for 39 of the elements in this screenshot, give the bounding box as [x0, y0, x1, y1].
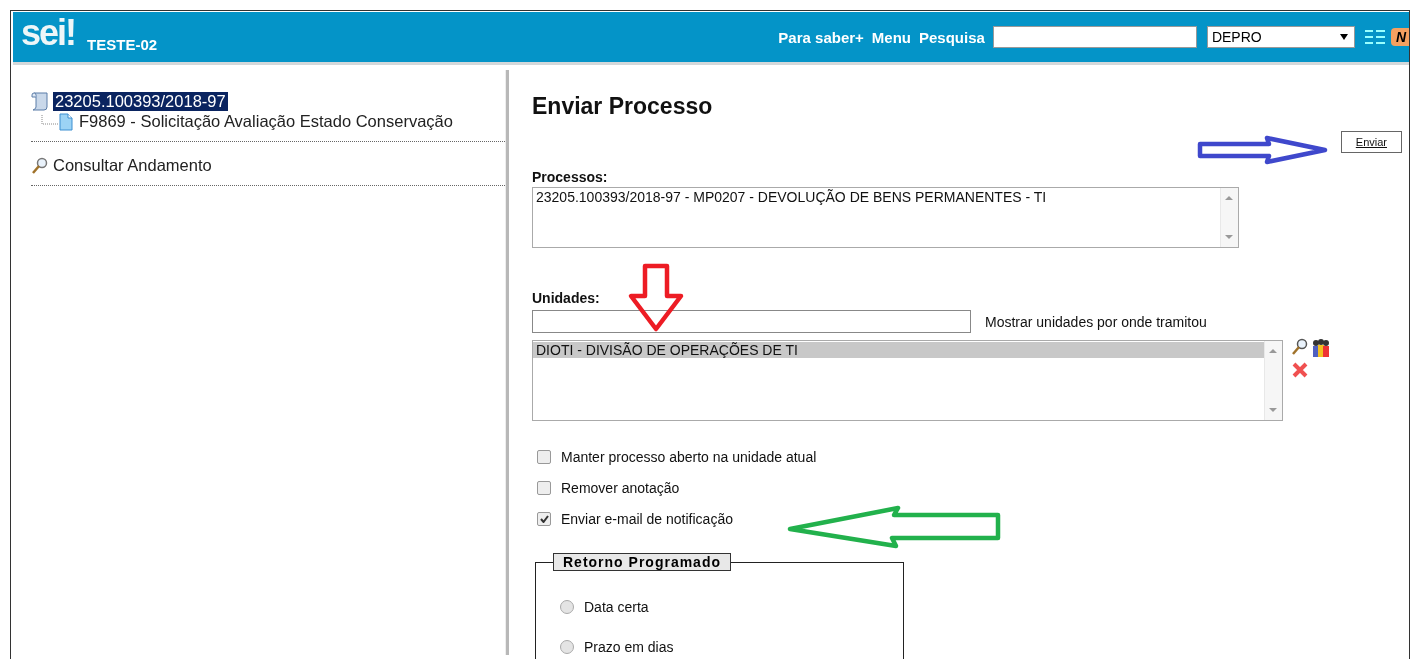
checkbox-label: Manter processo aberto na unidade atual [561, 448, 817, 465]
list-icon [1364, 28, 1385, 46]
caret-icon [1339, 34, 1348, 40]
fieldset-legend: Retorno Programado [553, 553, 731, 571]
scrollbar[interactable] [1264, 341, 1282, 420]
list-item[interactable]: DIOTI - DIVISÃO DE OPERAÇÕES DE TI [533, 342, 1264, 358]
checkbox-label: Enviar e-mail de notificação [561, 510, 733, 527]
checkbox[interactable] [537, 511, 551, 526]
unit-name: TESTE-02 [87, 35, 158, 53]
checkbox[interactable] [537, 480, 551, 495]
page-title: Enviar Processo [532, 93, 714, 120]
unit-list[interactable]: DIOTI - DIVISÃO DE OPERAÇÕES DE TI [532, 340, 1283, 421]
scrollbar[interactable] [1220, 188, 1238, 247]
send-button[interactable]: Enviar [1340, 131, 1402, 153]
remove-icon [1291, 361, 1309, 379]
check-icon [539, 514, 549, 523]
list-item[interactable]: 23205.100393/2018-97 - MP0207 - DEVOLUÇÃO DE BENS PERMANENTES - TI [533, 189, 1220, 205]
search-field[interactable] [992, 26, 1197, 48]
radio-button[interactable] [560, 600, 574, 614]
unit-dropdown[interactable]: DEPRO [1206, 26, 1355, 48]
checkbox[interactable] [537, 449, 551, 464]
notification-badge[interactable]: N [1390, 28, 1409, 46]
radio-label: Data certa [584, 599, 649, 615]
radio-button[interactable] [560, 640, 574, 654]
search-icon [1291, 338, 1309, 356]
checkbox-label: Remover anotação [561, 479, 680, 496]
sidebar-link[interactable]: Consultar Andamento [53, 156, 212, 175]
document-icon [59, 112, 73, 131]
units-link[interactable]: Mostrar unidades por onde tramitou [985, 313, 1207, 330]
field-label: Unidades: [532, 290, 601, 306]
tree-item[interactable]: F9869 - Solicitação Avaliação Estado Conservação [77, 112, 455, 131]
people-icon [1311, 338, 1331, 358]
radio-label: Prazo em dias [584, 639, 674, 655]
process-list[interactable]: 23205.100393/2018-97 - MP0207 - DEVOLUÇÃO DE BENS PERMANENTES - TI [532, 187, 1239, 248]
tree-item[interactable]: 23205.100393/2018-97 [53, 91, 228, 111]
search-icon [31, 156, 49, 175]
field-label: Processos: [532, 169, 609, 185]
scroll-icon [31, 91, 49, 111]
unit-field[interactable] [532, 310, 971, 333]
